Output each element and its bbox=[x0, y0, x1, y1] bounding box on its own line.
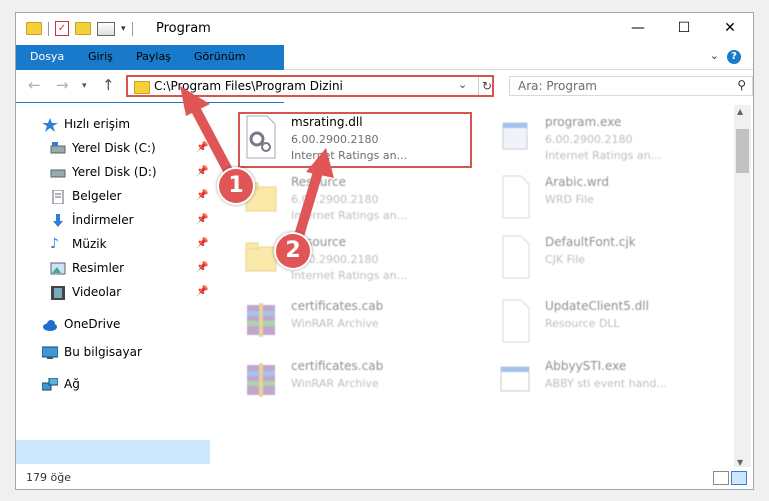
step-2-badge: 2 bbox=[274, 232, 312, 270]
arrow-to-address-bar bbox=[180, 86, 237, 183]
arrow-to-dll-file bbox=[291, 148, 334, 251]
annotation-arrows bbox=[180, 86, 334, 251]
step-1-badge: 1 bbox=[217, 167, 255, 205]
